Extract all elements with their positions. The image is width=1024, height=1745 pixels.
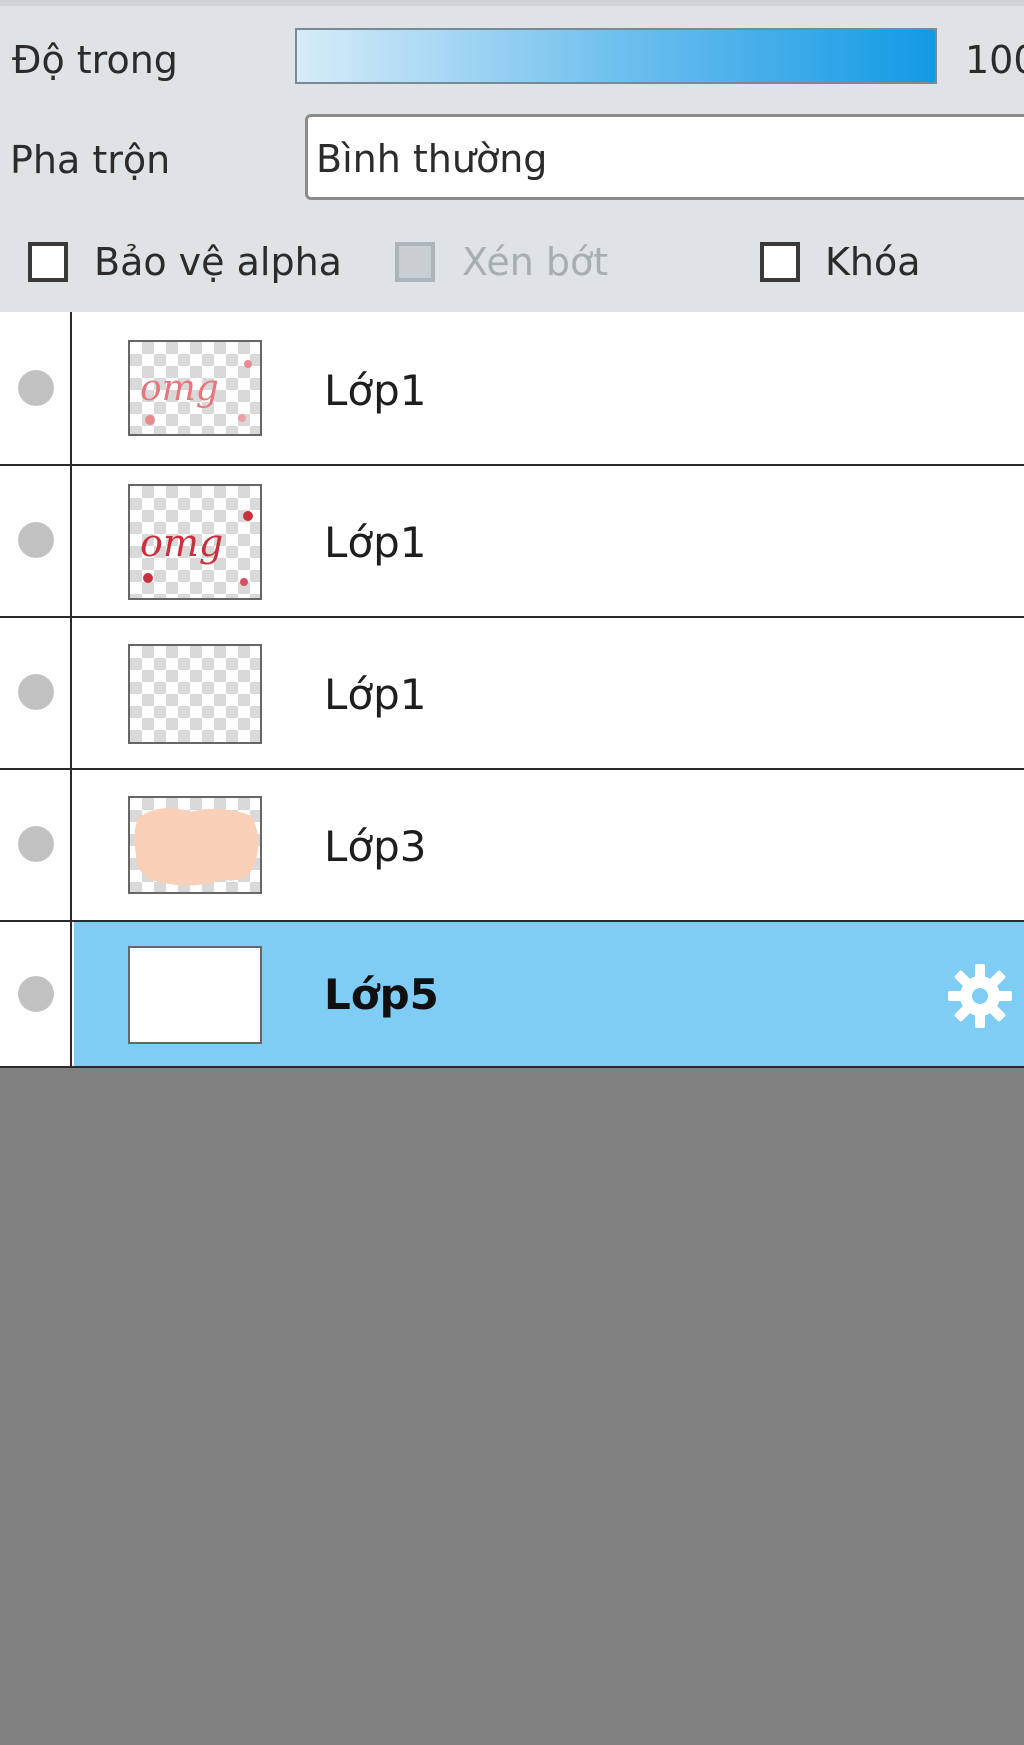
svg-text:omg: omg bbox=[140, 368, 219, 409]
visibility-dot-icon bbox=[18, 522, 54, 558]
protect-alpha-checkbox[interactable] bbox=[28, 242, 68, 282]
visibility-dot-icon bbox=[18, 674, 54, 710]
layer-name: Lớp1 bbox=[324, 670, 427, 719]
layer-name: Lớp5 bbox=[324, 970, 439, 1019]
layer-properties-panel: Độ trong 100 Pha trộn Bình thường Bảo vệ… bbox=[0, 0, 1024, 314]
gear-icon[interactable] bbox=[944, 960, 1016, 1032]
opacity-value: 100 bbox=[965, 38, 1024, 82]
blend-mode-label: Pha trộn bbox=[10, 138, 171, 182]
layer-thumbnail bbox=[128, 796, 262, 894]
visibility-dot-icon bbox=[18, 370, 54, 406]
layer-name: Lớp3 bbox=[324, 822, 427, 871]
layer-row[interactable]: omg Lớp1 bbox=[0, 466, 1024, 618]
peach-blob-icon bbox=[134, 808, 259, 886]
layer-thumbnail bbox=[128, 644, 262, 744]
layer-row-selected[interactable]: Lớp5 bbox=[0, 922, 1024, 1068]
layer-visibility-toggle[interactable] bbox=[0, 922, 72, 1066]
lock-checkbox[interactable] bbox=[760, 242, 800, 282]
svg-text:omg: omg bbox=[140, 521, 223, 565]
layer-row[interactable]: Lớp1 bbox=[0, 618, 1024, 770]
omg-artwork-icon: omg bbox=[140, 360, 252, 425]
layer-thumbnail: omg bbox=[128, 340, 262, 436]
layer-row[interactable]: omg Lớp1 bbox=[0, 312, 1024, 466]
layer-name: Lớp1 bbox=[324, 518, 427, 567]
clip-checkbox[interactable] bbox=[395, 242, 435, 282]
blend-mode-select[interactable]: Bình thường bbox=[305, 114, 1024, 200]
layer-visibility-toggle[interactable] bbox=[0, 770, 72, 920]
layer-visibility-toggle[interactable] bbox=[0, 312, 72, 464]
layer-thumbnail: omg bbox=[128, 484, 262, 600]
clip-label: Xén bớt bbox=[462, 240, 609, 284]
opacity-label: Độ trong bbox=[12, 38, 178, 82]
omg-artwork-icon: omg bbox=[140, 511, 253, 586]
panel-top-border bbox=[0, 0, 1024, 6]
layer-thumbnail bbox=[128, 946, 262, 1044]
layer-name: Lớp1 bbox=[324, 366, 427, 415]
visibility-dot-icon bbox=[18, 826, 54, 862]
lock-label: Khóa bbox=[825, 240, 921, 284]
empty-layer-area bbox=[0, 1068, 1024, 1745]
opacity-slider[interactable] bbox=[295, 28, 937, 84]
layer-visibility-toggle[interactable] bbox=[0, 618, 72, 768]
visibility-dot-icon bbox=[18, 976, 54, 1012]
layer-visibility-toggle[interactable] bbox=[0, 466, 72, 616]
blend-mode-value: Bình thường bbox=[316, 137, 548, 181]
layer-row[interactable]: Lớp3 bbox=[0, 770, 1024, 922]
protect-alpha-label: Bảo vệ alpha bbox=[94, 240, 342, 284]
